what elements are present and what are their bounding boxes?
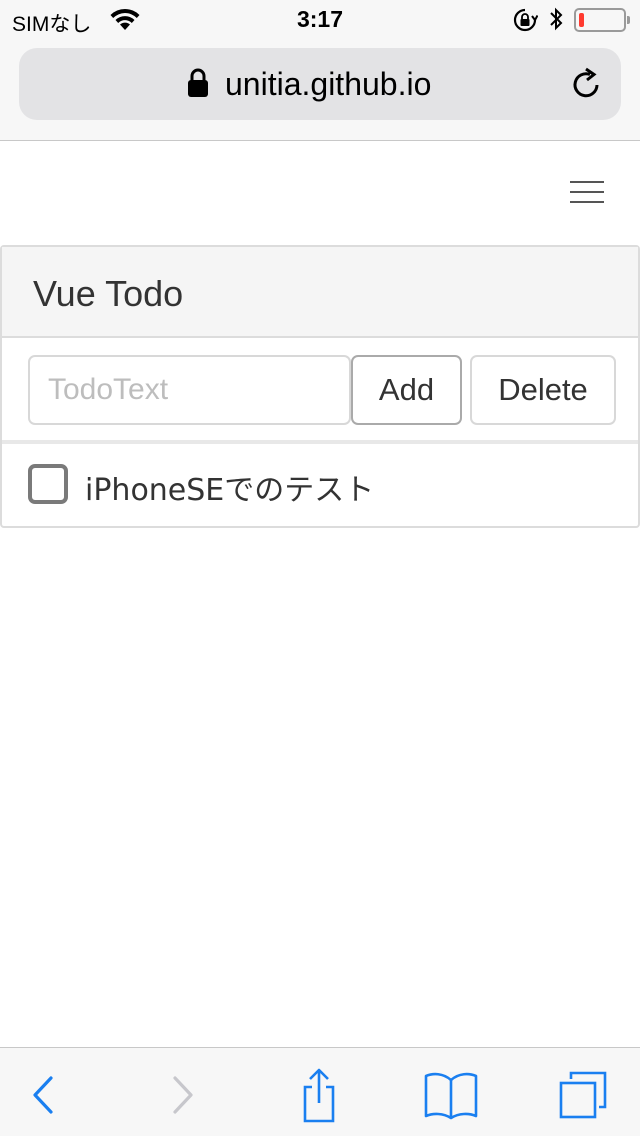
- status-bar: SIMなし 3:17: [0, 0, 640, 40]
- lock-icon: [188, 68, 208, 97]
- share-icon[interactable]: [291, 1068, 347, 1123]
- tabs-icon[interactable]: [555, 1070, 611, 1120]
- todo-text-input[interactable]: [28, 355, 351, 425]
- todo-item-label: iPhoneSEでのテスト: [85, 473, 375, 508]
- bookmarks-icon[interactable]: [423, 1070, 479, 1120]
- panel-title: Vue Todo: [33, 273, 184, 314]
- delete-button[interactable]: Delete: [470, 355, 616, 425]
- back-icon[interactable]: [15, 1070, 71, 1120]
- forward-icon[interactable]: [155, 1070, 211, 1120]
- url-text[interactable]: unitia.github.io: [225, 66, 431, 103]
- panel-heading: Vue Todo: [2, 247, 638, 338]
- todo-list-item: iPhoneSEでのテスト: [2, 444, 638, 528]
- todo-panel: Vue Todo Add Delete iPhoneSEでのテスト: [0, 245, 640, 528]
- add-button[interactable]: Add: [351, 355, 462, 425]
- reload-icon[interactable]: [569, 66, 605, 102]
- todo-checkbox[interactable]: [28, 464, 68, 504]
- hamburger-icon[interactable]: [568, 179, 606, 205]
- orientation-lock-icon: [513, 8, 538, 32]
- status-time: 3:17: [296, 6, 344, 32]
- bluetooth-icon: [550, 7, 563, 31]
- todo-form: Add Delete: [2, 338, 638, 444]
- browser-top-chrome: SIMなし 3:17 unitia.github.io: [0, 0, 640, 141]
- address-bar[interactable]: unitia.github.io: [19, 48, 621, 120]
- navbar: [0, 141, 640, 245]
- battery-icon: [574, 8, 630, 32]
- browser-toolbar: [0, 1047, 640, 1136]
